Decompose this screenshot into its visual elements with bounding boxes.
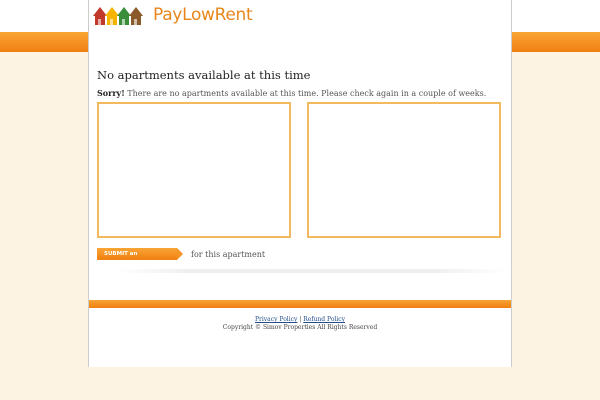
- logo[interactable]: PayLowRent: [93, 3, 253, 27]
- note-prefix: Sorry!: [97, 88, 125, 98]
- content-divider: [117, 269, 507, 273]
- footer-links: Privacy Policy | Refund Policy: [89, 316, 511, 323]
- apartment-panels: [97, 102, 505, 240]
- page-title: No apartments available at this time: [97, 68, 311, 82]
- copyright-text: Copyright © Simov Properties All Rights …: [222, 324, 378, 331]
- apartment-panel-left: [97, 102, 291, 238]
- note-text: There are no apartments available at thi…: [124, 89, 487, 98]
- submit-application-button[interactable]: SUBMIT an: [97, 248, 183, 260]
- footer: Privacy Policy | Refund Policy Copyright…: [89, 316, 511, 331]
- main-content: No apartments available at this time Sor…: [97, 64, 507, 273]
- header: PayLowRent: [89, 0, 511, 32]
- logo-text: PayLowRent: [153, 5, 253, 25]
- availability-note: Sorry! There are no apartments available…: [97, 88, 505, 98]
- footer-separator: |: [299, 316, 302, 323]
- submit-suffix-text: for this apartment: [191, 249, 266, 259]
- houses-logo-icon: [93, 7, 143, 25]
- nav-available-apartments[interactable]: Available Apartments: [111, 37, 213, 48]
- main-nav: Available Apartments Secure Application …: [89, 32, 511, 52]
- submit-row: SUBMIT an for this apartment: [97, 247, 505, 261]
- apartment-panel-right: [307, 102, 501, 238]
- privacy-policy-link[interactable]: Privacy Policy: [255, 316, 297, 323]
- nav-secure-application[interactable]: Secure Application: [235, 37, 324, 48]
- nav-about[interactable]: About: [450, 37, 478, 48]
- refund-policy-link[interactable]: Refund Policy: [303, 316, 345, 323]
- page-container: PayLowRent Available Apartments Secure A…: [88, 0, 512, 367]
- nav-secure-payments[interactable]: Secure Payments: [346, 37, 428, 48]
- footer-bar: [89, 300, 511, 308]
